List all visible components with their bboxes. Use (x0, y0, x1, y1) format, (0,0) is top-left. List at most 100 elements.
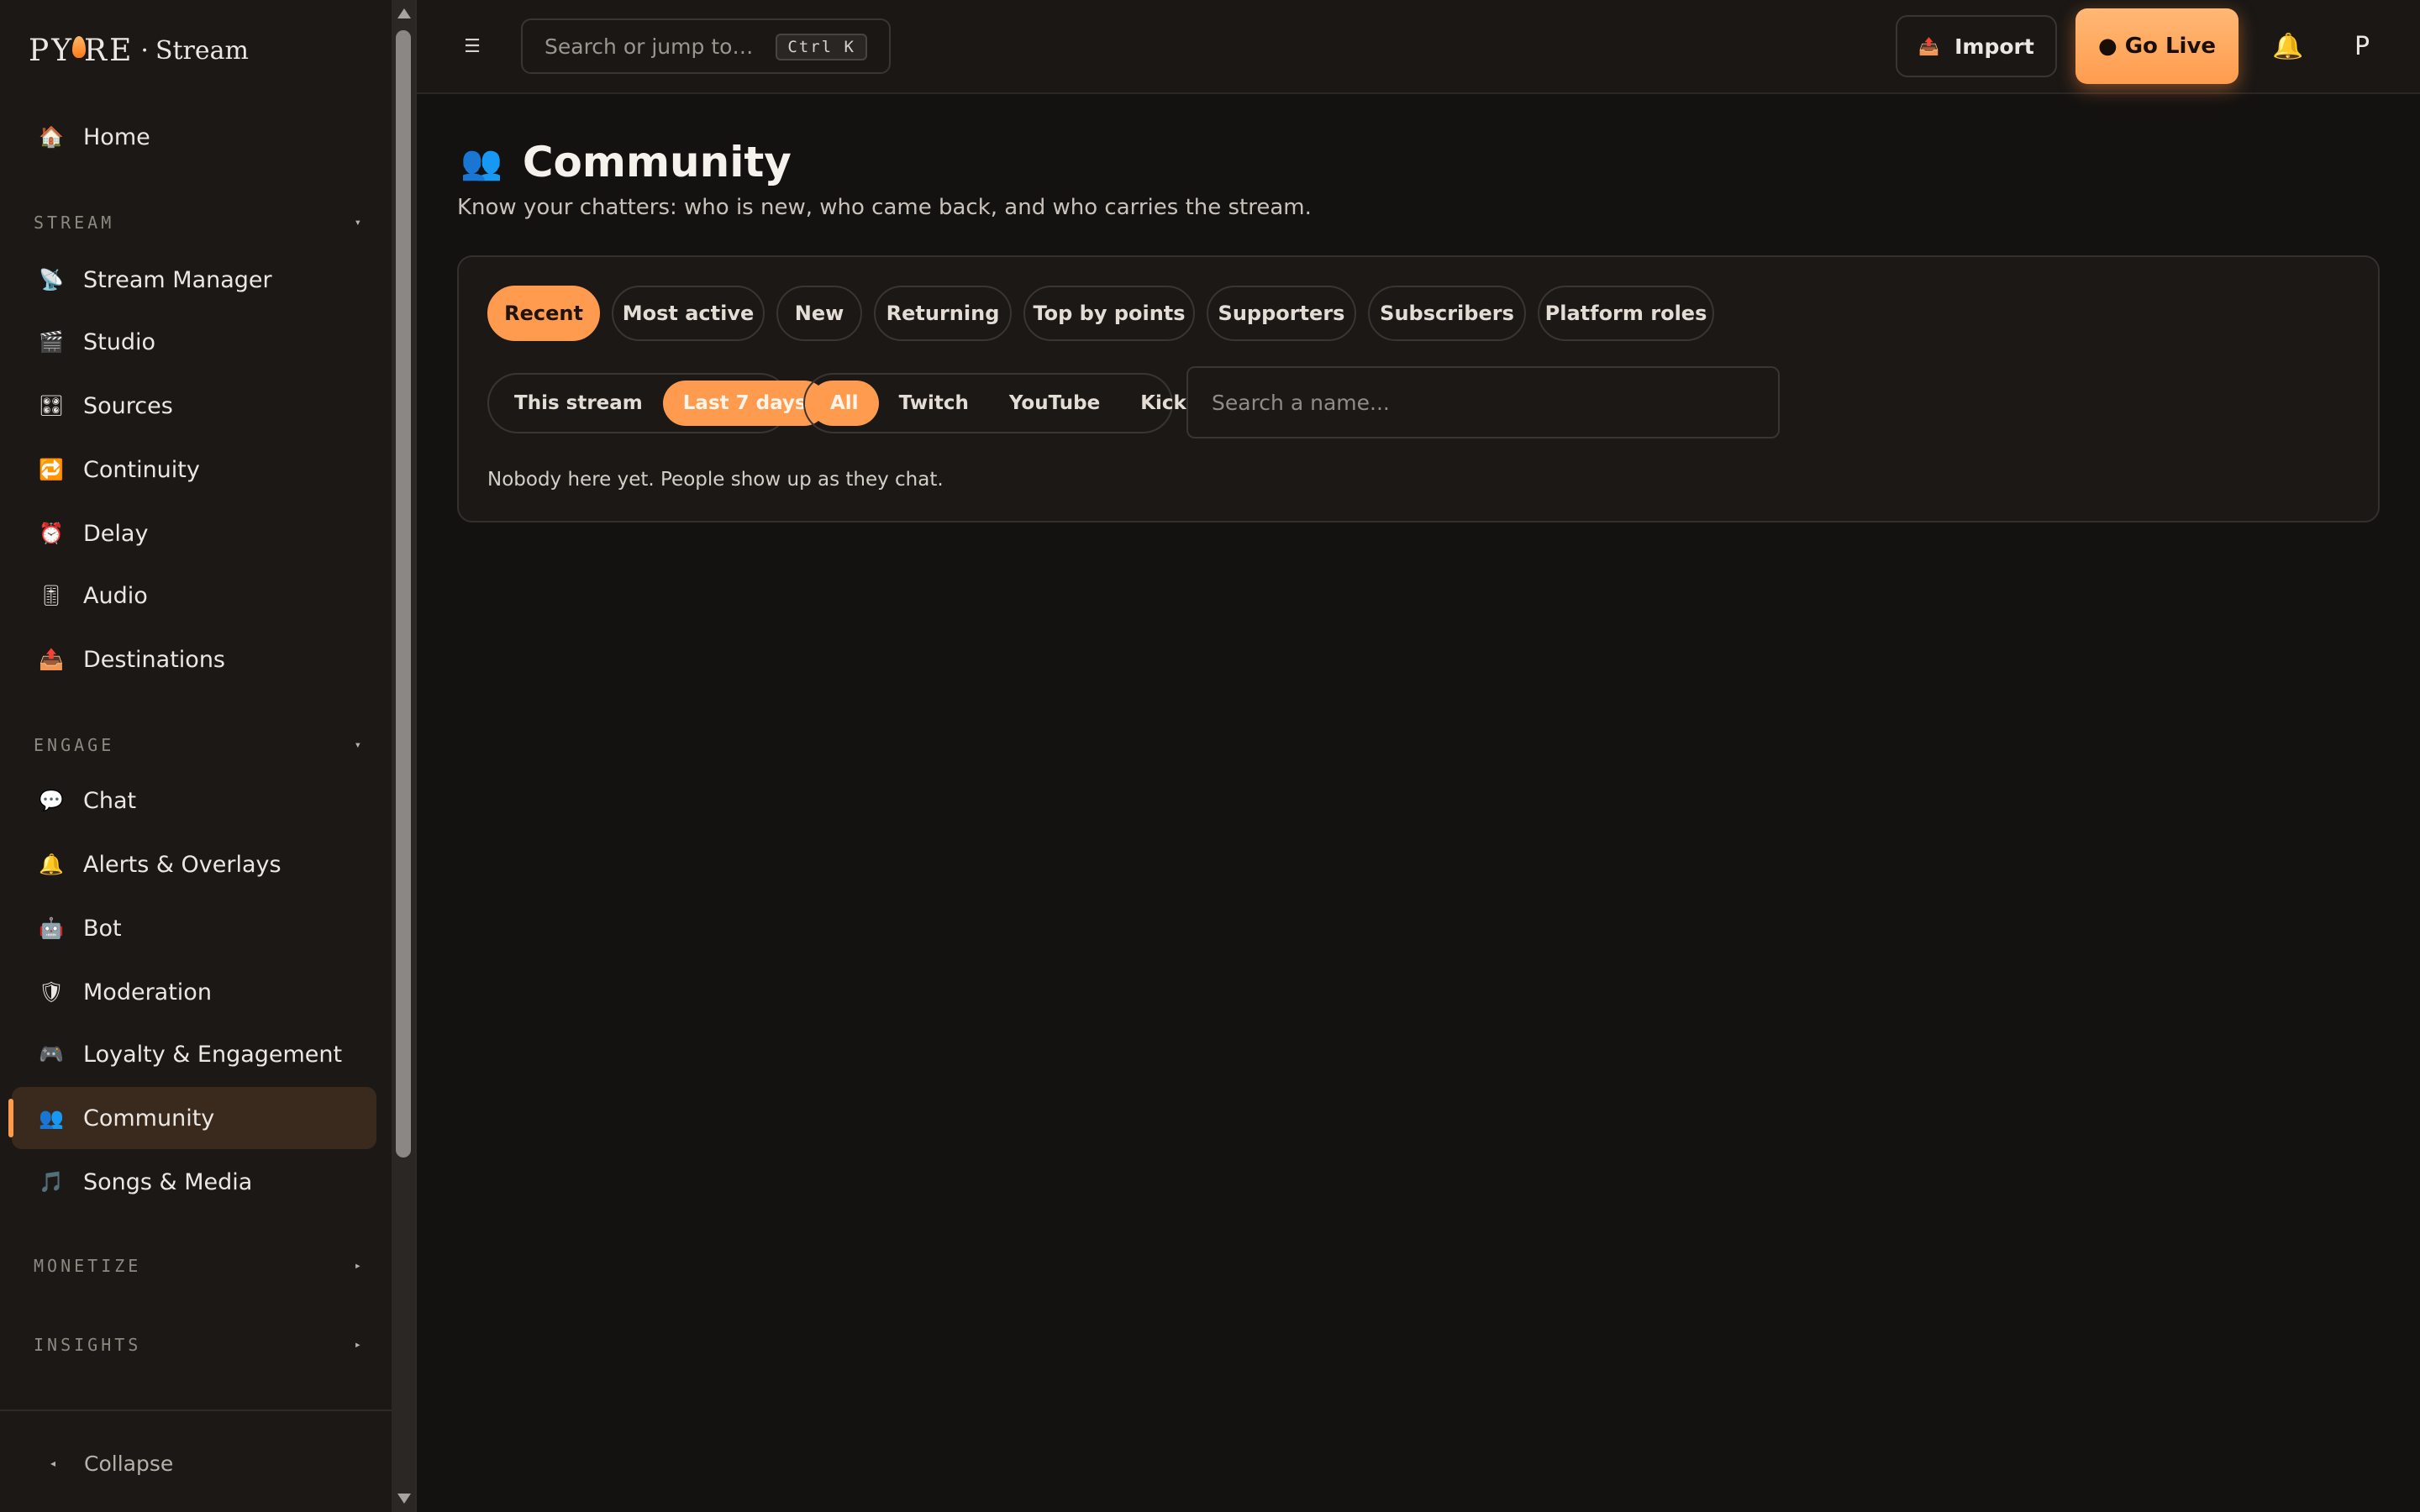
chevron-down-icon: ▾ (354, 216, 361, 229)
range-last-7-days[interactable]: Last 7 days (662, 381, 827, 426)
sidebar-item-label: Moderation (83, 979, 212, 1005)
speech-bubble-icon: 💬 (39, 789, 64, 812)
outbox-icon: 📤 (1918, 36, 1940, 56)
section-monetize[interactable]: MONETIZE ▸ (34, 1253, 361, 1278)
sidebar-item-label: Community (83, 1105, 215, 1131)
control-knobs-icon: 🎛 (38, 394, 65, 417)
name-search-input[interactable]: Search a name... (1186, 366, 1780, 438)
satellite-icon: 📡 (39, 268, 64, 291)
section-title: ENGAGE (34, 735, 115, 755)
sidebar-item-audio[interactable]: 🎚 Audio (12, 564, 376, 627)
collapse-label: Collapse (84, 1451, 174, 1476)
range-this-stream[interactable]: This stream (494, 381, 663, 426)
section-engage[interactable]: ENGAGE ▾ (34, 732, 361, 758)
section-title: STREAM (34, 213, 115, 233)
filter-supporters[interactable]: Supporters (1207, 286, 1356, 341)
sidebar-item-label: Destinations (83, 646, 226, 673)
scroll-down-arrow-icon[interactable] (397, 1494, 411, 1504)
page-title: 👥 Community (460, 133, 792, 192)
section-stream[interactable]: STREAM ▾ (34, 210, 361, 235)
sidebar-item-destinations[interactable]: 📤 Destinations (12, 628, 376, 690)
sidebar-scrollbar[interactable] (392, 0, 417, 1512)
bell-icon[interactable]: 🔔 (2270, 29, 2306, 64)
sidebar-item-bot[interactable]: 🤖 Bot (12, 897, 376, 959)
outbox-icon: 📤 (39, 648, 64, 671)
chevron-right-icon: ▸ (354, 1259, 361, 1273)
avatar[interactable]: P (2343, 27, 2381, 66)
chevron-left-icon: ◂ (50, 1457, 56, 1469)
sidebar-item-label: Loyalty & Engagement (83, 1041, 343, 1068)
sidebar-item-community[interactable]: 👥 Community (8, 1087, 376, 1149)
filter-subscribers[interactable]: Subscribers (1368, 286, 1526, 341)
import-button[interactable]: 📤 Import (1896, 15, 2057, 77)
platform-twitch[interactable]: Twitch (879, 381, 989, 426)
chevron-down-icon: ▾ (354, 738, 361, 752)
level-slider-icon: 🎚 (38, 584, 65, 607)
sidebar-item-label: Delay (83, 520, 149, 547)
menu-icon[interactable]: ☰ (462, 32, 482, 60)
sidebar-item-alerts-overlays[interactable]: 🔔 Alerts & Overlays (12, 833, 376, 895)
sidebar-item-continuity[interactable]: 🔁 Continuity (12, 438, 376, 501)
sidebar-item-label: Chat (83, 787, 137, 814)
sidebar-item-stream-manager[interactable]: 📡 Stream Manager (12, 249, 376, 311)
sidebar-item-label: Alerts & Overlays (83, 851, 281, 878)
people-icon: 👥 (460, 143, 502, 182)
collapse-button[interactable]: ◂ Collapse (50, 1446, 173, 1480)
sidebar-item-label: Audio (83, 582, 148, 609)
filter-new[interactable]: New (776, 286, 862, 341)
platform-all[interactable]: All (810, 381, 879, 426)
sidebar-item-songs-media[interactable]: 🎵 Songs & Media (12, 1151, 376, 1213)
brand-sub: Stream (155, 35, 249, 66)
scrollbar-thumb[interactable] (396, 30, 411, 1158)
range-toggle: This stream Last 7 days (487, 373, 827, 433)
chevron-right-icon: ▸ (354, 1338, 361, 1352)
sidebar-item-delay[interactable]: ⏰ Delay (12, 502, 376, 564)
sidebar-item-studio[interactable]: 🎬 Studio (12, 311, 376, 373)
go-live-button[interactable]: ● Go Live (2075, 8, 2238, 84)
filter-returning[interactable]: Returning (874, 286, 1012, 341)
robot-icon: 🤖 (39, 916, 64, 940)
sidebar-item-label: Songs & Media (83, 1168, 253, 1195)
sidebar-divider (0, 1410, 392, 1411)
sidebar-item-label: Home (83, 123, 150, 150)
app-root: P Y RE · Stream 🏠 Home STREAM ▾ 📡 Stream… (0, 0, 2420, 1512)
section-title: INSIGHTS (34, 1335, 142, 1355)
shield-icon: 🛡 (38, 980, 65, 1004)
brand-name-left: P (29, 33, 52, 68)
sidebar-item-label: Continuity (83, 456, 200, 483)
page-subtitle: Know your chatters: who is new, who came… (457, 195, 1312, 220)
filter-most-active[interactable]: Most active (612, 286, 765, 341)
page-title-text: Community (522, 138, 792, 186)
name-search-placeholder: Search a name... (1212, 390, 1390, 415)
alarm-clock-icon: ⏰ (39, 522, 64, 545)
section-insights[interactable]: INSIGHTS ▸ (34, 1332, 361, 1357)
platform-youtube[interactable]: YouTube (989, 381, 1120, 426)
brand-name-right: RE (84, 33, 134, 68)
filter-top-by-points[interactable]: Top by points (1023, 286, 1195, 341)
sidebar-item-label: Sources (83, 392, 173, 419)
people-icon: 👥 (39, 1106, 64, 1130)
brand-logo[interactable]: P Y RE · Stream (29, 25, 249, 76)
sidebar-item-sources[interactable]: 🎛 Sources (12, 375, 376, 437)
repeat-icon: 🔁 (39, 458, 64, 481)
brand-separator: · (140, 35, 149, 66)
sidebar-item-label: Studio (83, 328, 155, 355)
filter-recent[interactable]: Recent (487, 286, 600, 341)
clapperboard-icon: 🎬 (39, 330, 64, 354)
platform-toggle: All Twitch YouTube Kick (803, 373, 1186, 433)
sidebar-item-chat[interactable]: 💬 Chat (12, 769, 376, 832)
scroll-up-arrow-icon[interactable] (397, 8, 411, 18)
topbar: ☰ Search or jump to… Ctrl K 📤 Import ● G… (417, 0, 2420, 94)
community-panel: Recent Most active New Returning Top by … (457, 255, 2380, 522)
bell-icon: 🔔 (39, 853, 64, 876)
music-note-icon: 🎵 (39, 1170, 64, 1194)
filter-platform-roles[interactable]: Platform roles (1538, 286, 1714, 341)
search-placeholder: Search or jump to… (544, 34, 754, 59)
section-title: MONETIZE (34, 1256, 142, 1276)
search-input[interactable]: Search or jump to… Ctrl K (521, 18, 891, 74)
sidebar-item-label: Stream Manager (83, 266, 272, 293)
sidebar: P Y RE · Stream 🏠 Home STREAM ▾ 📡 Stream… (0, 0, 392, 1512)
sidebar-item-moderation[interactable]: 🛡 Moderation (12, 961, 376, 1023)
sidebar-item-home[interactable]: 🏠 Home (12, 106, 376, 168)
sidebar-item-loyalty-engagement[interactable]: 🎮 Loyalty & Engagement (12, 1023, 376, 1085)
